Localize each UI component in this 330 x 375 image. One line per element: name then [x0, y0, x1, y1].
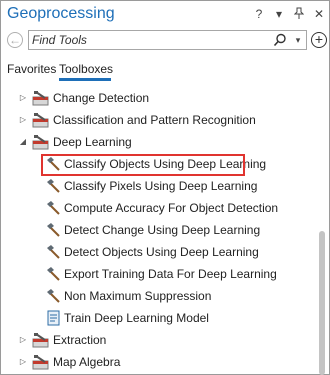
hammer-icon	[47, 289, 60, 303]
hammer-icon	[47, 201, 60, 215]
tab-favorites[interactable]: Favorites	[7, 61, 56, 77]
tree-scrollbar[interactable]	[317, 87, 327, 375]
scrollbar-thumb[interactable]	[319, 231, 325, 375]
tree-item-label: Map Algebra	[53, 355, 121, 369]
toolbox-icon	[32, 333, 49, 348]
tool-label: Train Deep Learning Model	[64, 311, 209, 325]
tree-item-classification[interactable]: ▷ Classification and Pattern Recognition	[1, 109, 315, 131]
tree-item-label: Deep Learning	[53, 135, 132, 149]
pane-titlebar: Geoprocessing ? ▾ ✕	[1, 1, 329, 29]
hammer-icon	[47, 223, 60, 237]
search-box[interactable]: ▾	[28, 30, 307, 50]
tool-compute-accuracy[interactable]: Compute Accuracy For Object Detection	[1, 197, 315, 219]
options-dropdown-icon[interactable]: ▾	[273, 7, 285, 22]
script-icon	[47, 310, 60, 326]
tab-toolboxes[interactable]: Toolboxes	[59, 61, 113, 77]
toolbox-icon	[32, 113, 49, 128]
toolbox-icon	[32, 91, 49, 106]
hammer-icon	[47, 179, 60, 193]
add-button[interactable]: +	[311, 32, 327, 48]
tool-label: Non Maximum Suppression	[64, 289, 212, 303]
pane-tabs: Favorites Toolboxes	[1, 61, 329, 81]
pane-title: Geoprocessing	[7, 5, 115, 22]
tree-item-deep-learning[interactable]: ◢ Deep Learning	[1, 131, 315, 153]
tool-non-maximum-suppression[interactable]: Non Maximum Suppression	[1, 285, 315, 307]
hammer-icon	[47, 157, 60, 171]
tree-item-label: Extraction	[53, 333, 107, 347]
collapse-arrow-icon[interactable]: ◢	[18, 131, 28, 153]
back-button[interactable]: ←	[7, 32, 23, 48]
tool-detect-objects[interactable]: Detect Objects Using Deep Learning	[1, 241, 315, 263]
tree-item-map-algebra[interactable]: ▷ Map Algebra	[1, 351, 315, 373]
find-tools-input[interactable]	[32, 32, 262, 48]
tool-export-training-data[interactable]: Export Training Data For Deep Learning	[1, 263, 315, 285]
tool-classify-objects[interactable]: Classify Objects Using Deep Learning	[1, 153, 315, 175]
close-icon[interactable]: ✕	[313, 7, 325, 22]
toolbox-icon	[32, 355, 49, 370]
tree-item-extraction[interactable]: ▷ Extraction	[1, 329, 315, 351]
search-toolbar: ← ▾ +	[1, 29, 329, 51]
tool-label: Detect Change Using Deep Learning	[64, 223, 261, 237]
help-icon[interactable]: ?	[253, 7, 265, 22]
tree-item-label: Change Detection	[53, 91, 150, 105]
tool-detect-change[interactable]: Detect Change Using Deep Learning	[1, 219, 315, 241]
expand-arrow-icon[interactable]: ▷	[18, 351, 28, 373]
hammer-icon	[47, 245, 60, 259]
tool-train-model[interactable]: Train Deep Learning Model	[1, 307, 315, 329]
tool-label: Detect Objects Using Deep Learning	[64, 245, 259, 259]
search-dropdown-icon[interactable]: ▾	[291, 32, 305, 48]
expand-arrow-icon[interactable]: ▷	[18, 87, 28, 109]
toolbox-icon	[32, 135, 49, 150]
titlebar-controls: ? ▾ ✕	[253, 7, 325, 22]
tool-label: Compute Accuracy For Object Detection	[64, 201, 279, 215]
tool-classify-pixels[interactable]: Classify Pixels Using Deep Learning	[1, 175, 315, 197]
search-icon[interactable]	[273, 33, 287, 47]
pin-icon[interactable]	[293, 7, 305, 22]
tree-item-change-detection[interactable]: ▷ Change Detection	[1, 87, 315, 109]
geoprocessing-pane: Geoprocessing ? ▾ ✕ ← ▾ + Favorites Tool…	[0, 0, 330, 375]
tool-label: Export Training Data For Deep Learning	[64, 267, 277, 281]
toolbox-tree: ▷ Change Detection ▷ Classification and …	[1, 87, 315, 375]
hammer-icon	[47, 267, 60, 281]
active-tab-indicator	[59, 78, 111, 81]
tool-label: Classify Objects Using Deep Learning	[64, 157, 267, 171]
tree-item-label: Classification and Pattern Recognition	[53, 113, 256, 127]
tool-label: Classify Pixels Using Deep Learning	[64, 179, 258, 193]
expand-arrow-icon[interactable]: ▷	[18, 329, 28, 351]
expand-arrow-icon[interactable]: ▷	[18, 109, 28, 131]
